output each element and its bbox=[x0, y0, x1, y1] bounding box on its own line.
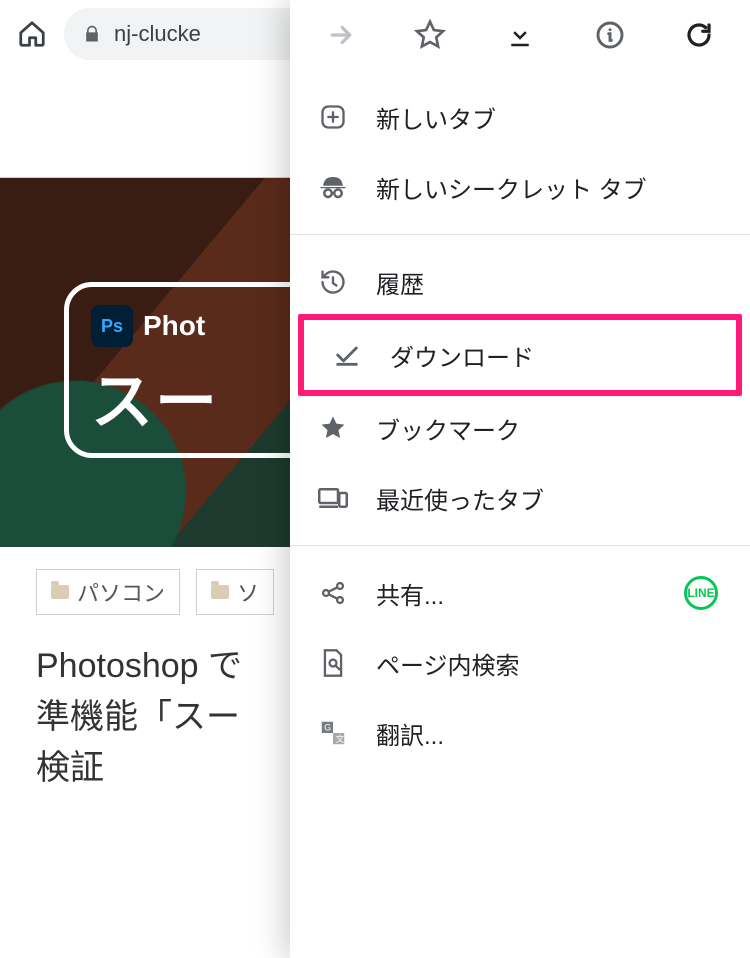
menu-separator bbox=[290, 545, 750, 546]
star-icon bbox=[414, 19, 446, 51]
menu-item-label: 新しいタブ bbox=[376, 100, 724, 135]
reload-icon bbox=[684, 20, 714, 50]
devices-icon bbox=[316, 485, 350, 511]
menu-item-incognito-tab[interactable]: 新しいシークレット タブ bbox=[290, 152, 750, 222]
menu-list: 新しいタブ 新しいシークレット タブ 履歴 ダウンロード bbox=[290, 70, 750, 780]
translate-icon: G文 bbox=[316, 718, 350, 748]
menu-item-label: ページ内検索 bbox=[376, 646, 724, 681]
folder-icon bbox=[211, 585, 229, 599]
forward-button[interactable] bbox=[313, 7, 369, 63]
menu-item-recent-tabs[interactable]: 最近使ったタブ bbox=[290, 463, 750, 533]
category-chip[interactable]: ソ bbox=[196, 569, 274, 615]
url-text: nj-clucke bbox=[114, 21, 201, 47]
hero-line1: Phot bbox=[143, 310, 205, 342]
menu-item-label: 翻訳... bbox=[376, 716, 724, 751]
history-icon bbox=[316, 268, 350, 296]
menu-item-downloads[interactable]: ダウンロード bbox=[304, 320, 736, 390]
find-in-page-icon bbox=[316, 648, 350, 678]
chip-label: パソコン bbox=[77, 576, 165, 608]
menu-item-bookmarks[interactable]: ブックマーク bbox=[290, 393, 750, 463]
menu-item-label: 最近使ったタブ bbox=[376, 481, 724, 516]
info-icon bbox=[594, 19, 626, 51]
line-app-icon: LINE bbox=[684, 576, 718, 610]
chip-label: ソ bbox=[237, 576, 259, 608]
plus-box-icon bbox=[316, 103, 350, 131]
download-highlight-annotation: ダウンロード bbox=[298, 314, 742, 396]
home-icon bbox=[17, 19, 47, 49]
menu-toolbar bbox=[290, 0, 750, 70]
menu-item-new-tab[interactable]: 新しいタブ bbox=[290, 82, 750, 152]
photoshop-icon: Ps bbox=[91, 305, 133, 347]
home-button[interactable] bbox=[14, 16, 50, 52]
page-info-button[interactable] bbox=[582, 7, 638, 63]
chrome-overflow-menu: 新しいタブ 新しいシークレット タブ 履歴 ダウンロード bbox=[290, 0, 750, 958]
menu-item-label: ブックマーク bbox=[376, 411, 724, 446]
menu-separator bbox=[290, 234, 750, 235]
bookmark-star-button[interactable] bbox=[402, 7, 458, 63]
menu-item-history[interactable]: 履歴 bbox=[290, 247, 750, 317]
category-chip[interactable]: パソコン bbox=[36, 569, 180, 615]
svg-text:文: 文 bbox=[336, 733, 345, 744]
menu-item-label: 新しいシークレット タブ bbox=[376, 170, 724, 205]
share-icon bbox=[316, 579, 350, 607]
folder-icon bbox=[51, 585, 69, 599]
reload-button[interactable] bbox=[671, 7, 727, 63]
download-icon bbox=[505, 20, 535, 50]
incognito-icon bbox=[316, 172, 350, 202]
menu-item-label: 履歴 bbox=[376, 265, 724, 300]
download-button[interactable] bbox=[492, 7, 548, 63]
forward-arrow-icon bbox=[326, 20, 356, 50]
menu-item-label: 共有... bbox=[376, 576, 658, 611]
lock-icon bbox=[82, 23, 102, 45]
star-filled-icon bbox=[316, 414, 350, 442]
svg-text:G: G bbox=[324, 723, 331, 733]
menu-item-label: ダウンロード bbox=[390, 338, 710, 373]
menu-item-translate[interactable]: G文 翻訳... bbox=[290, 698, 750, 768]
menu-item-share[interactable]: 共有... LINE bbox=[290, 558, 750, 628]
menu-item-find-in-page[interactable]: ページ内検索 bbox=[290, 628, 750, 698]
download-check-icon bbox=[330, 341, 364, 369]
